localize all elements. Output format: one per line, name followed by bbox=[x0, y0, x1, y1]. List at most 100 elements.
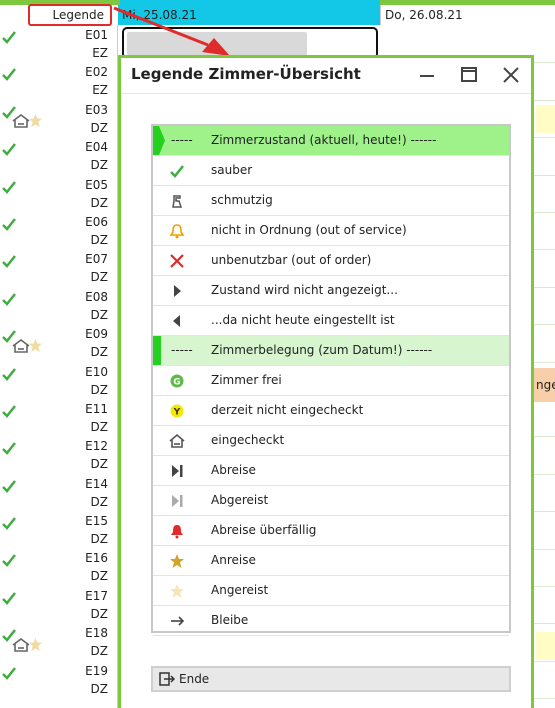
legend-item-label: Abgereist bbox=[211, 493, 269, 507]
y-circle-icon: Y bbox=[170, 404, 184, 418]
room-row[interactable]: E17 DZ bbox=[0, 587, 112, 624]
svg-text:Y: Y bbox=[173, 408, 181, 418]
room-type: DZ bbox=[90, 569, 108, 584]
legend-item-label: Zustand wird nicht angezeigt... bbox=[211, 283, 398, 297]
legend-item: unbenutzbar (out of order) bbox=[153, 246, 509, 276]
room-row[interactable]: E14 DZ bbox=[0, 475, 112, 512]
room-number: E16 bbox=[85, 551, 108, 566]
room-type: EZ bbox=[92, 83, 108, 98]
dialog-title: Legende Zimmer-Übersicht bbox=[131, 65, 361, 83]
star-light-icon bbox=[28, 338, 43, 352]
room-type: DZ bbox=[90, 494, 108, 509]
broom-icon bbox=[172, 195, 183, 208]
room-number: E15 bbox=[85, 514, 108, 529]
booking-cell[interactable] bbox=[536, 632, 555, 660]
booking-cell[interactable]: nge bbox=[533, 368, 555, 402]
room-type: DZ bbox=[90, 158, 108, 173]
check-icon bbox=[2, 554, 16, 568]
room-row[interactable]: E06 DZ bbox=[0, 213, 112, 250]
room-row[interactable]: E18 DZ bbox=[0, 624, 112, 661]
room-list: E01 EZ E02 EZ E03 DZ E04 DZ E05 DZ E06 DZ E07 DZ E08 DZ… bbox=[0, 26, 112, 699]
legend-item-label: unbenutzbar (out of order) bbox=[211, 253, 372, 267]
legend-item-label: Bleibe bbox=[211, 613, 249, 627]
check-icon bbox=[2, 180, 16, 194]
check-icon bbox=[2, 292, 16, 306]
triangle-left-icon bbox=[173, 315, 180, 327]
bell-outline-icon bbox=[169, 224, 185, 239]
star-icon bbox=[170, 554, 184, 568]
room-row[interactable]: E03 DZ bbox=[0, 101, 112, 138]
check-icon bbox=[2, 143, 16, 157]
legend-item-label: nicht in Ordnung (out of service) bbox=[211, 223, 407, 237]
room-row[interactable]: E09 DZ bbox=[0, 325, 112, 362]
maximize-icon[interactable] bbox=[457, 64, 481, 86]
section-marker bbox=[153, 126, 165, 155]
room-type: DZ bbox=[90, 606, 108, 621]
room-row[interactable]: E15 DZ bbox=[0, 512, 112, 549]
star-light-icon bbox=[28, 637, 43, 651]
room-row[interactable]: E08 DZ bbox=[0, 288, 112, 325]
legend-item: sauber bbox=[153, 156, 509, 186]
room-number: E03 bbox=[85, 102, 108, 117]
close-dialog-button[interactable]: Ende bbox=[151, 666, 511, 692]
legend-section-header: ----- Zimmerbelegung (zum Datum!) ------ bbox=[153, 336, 509, 366]
room-row[interactable]: E12 DZ bbox=[0, 437, 112, 474]
room-number: E08 bbox=[85, 289, 108, 304]
legend-item: nicht in Ordnung (out of service) bbox=[153, 216, 509, 246]
minimize-icon[interactable] bbox=[415, 64, 439, 86]
legend-item: Bleibe bbox=[153, 606, 509, 636]
room-type: DZ bbox=[90, 195, 108, 210]
departed-icon bbox=[172, 495, 183, 507]
legend-item-label: Abreise bbox=[211, 463, 256, 477]
room-number: E06 bbox=[85, 214, 108, 229]
section-dash: ----- bbox=[171, 343, 193, 357]
svg-text:G: G bbox=[173, 378, 180, 388]
room-number: E05 bbox=[85, 177, 108, 192]
room-type: DZ bbox=[90, 419, 108, 434]
check-icon bbox=[2, 517, 16, 530]
legend-item-label: Abreise überfällig bbox=[211, 523, 317, 537]
legend-item: schmutzig bbox=[153, 186, 509, 216]
room-number: E17 bbox=[85, 588, 108, 603]
room-row[interactable]: E05 DZ bbox=[0, 176, 112, 213]
legend-item-label: ...da nicht heute eingestellt ist bbox=[211, 313, 395, 327]
legend-button[interactable]: Legende bbox=[28, 4, 112, 26]
legend-section-occupancy: G Zimmer frei Yderzeit nicht eingecheckt ei… bbox=[153, 366, 509, 636]
legend-item: G Zimmer frei bbox=[153, 366, 509, 396]
check-icon bbox=[2, 405, 16, 418]
legend-item: Yderzeit nicht eingecheckt bbox=[153, 396, 509, 426]
room-type: DZ bbox=[90, 120, 108, 135]
legend-item-label: schmutzig bbox=[211, 193, 273, 207]
room-row[interactable]: E10 DZ bbox=[0, 363, 112, 400]
date-column-header[interactable]: Do, 26.08.21 bbox=[380, 5, 555, 25]
legend-item-label: Anreise bbox=[211, 553, 256, 567]
star-light-icon bbox=[28, 114, 43, 128]
legend-item: Anreise bbox=[153, 546, 509, 576]
room-row[interactable]: E02 EZ bbox=[0, 63, 112, 100]
room-row[interactable]: E19 DZ bbox=[0, 662, 112, 699]
room-row[interactable]: E16 DZ bbox=[0, 549, 112, 586]
dialog-header: Legende Zimmer-Übersicht bbox=[121, 58, 531, 94]
room-row[interactable]: E07 DZ bbox=[0, 250, 112, 287]
x-icon bbox=[170, 254, 184, 268]
arrow-right-icon bbox=[171, 616, 185, 626]
legend-item-label: sauber bbox=[211, 163, 253, 177]
room-type: DZ bbox=[90, 457, 108, 472]
room-number: E12 bbox=[85, 439, 108, 454]
room-row[interactable]: E11 DZ bbox=[0, 400, 112, 437]
room-number: E02 bbox=[85, 65, 108, 80]
legend-item: Abreise bbox=[153, 456, 509, 486]
house-icon bbox=[169, 433, 185, 448]
check-icon bbox=[2, 666, 16, 680]
room-type: DZ bbox=[90, 270, 108, 285]
legend-item: Angereist bbox=[153, 576, 509, 606]
legend-item-label: Zimmer frei bbox=[211, 373, 282, 387]
section-marker bbox=[153, 336, 161, 365]
booking-cell[interactable] bbox=[536, 105, 555, 133]
departure-icon bbox=[172, 465, 183, 477]
room-type: DZ bbox=[90, 532, 108, 547]
check-icon bbox=[2, 31, 16, 44]
room-row[interactable]: E01 EZ bbox=[0, 26, 112, 63]
room-row[interactable]: E04 DZ bbox=[0, 138, 112, 175]
close-icon[interactable] bbox=[499, 64, 523, 86]
